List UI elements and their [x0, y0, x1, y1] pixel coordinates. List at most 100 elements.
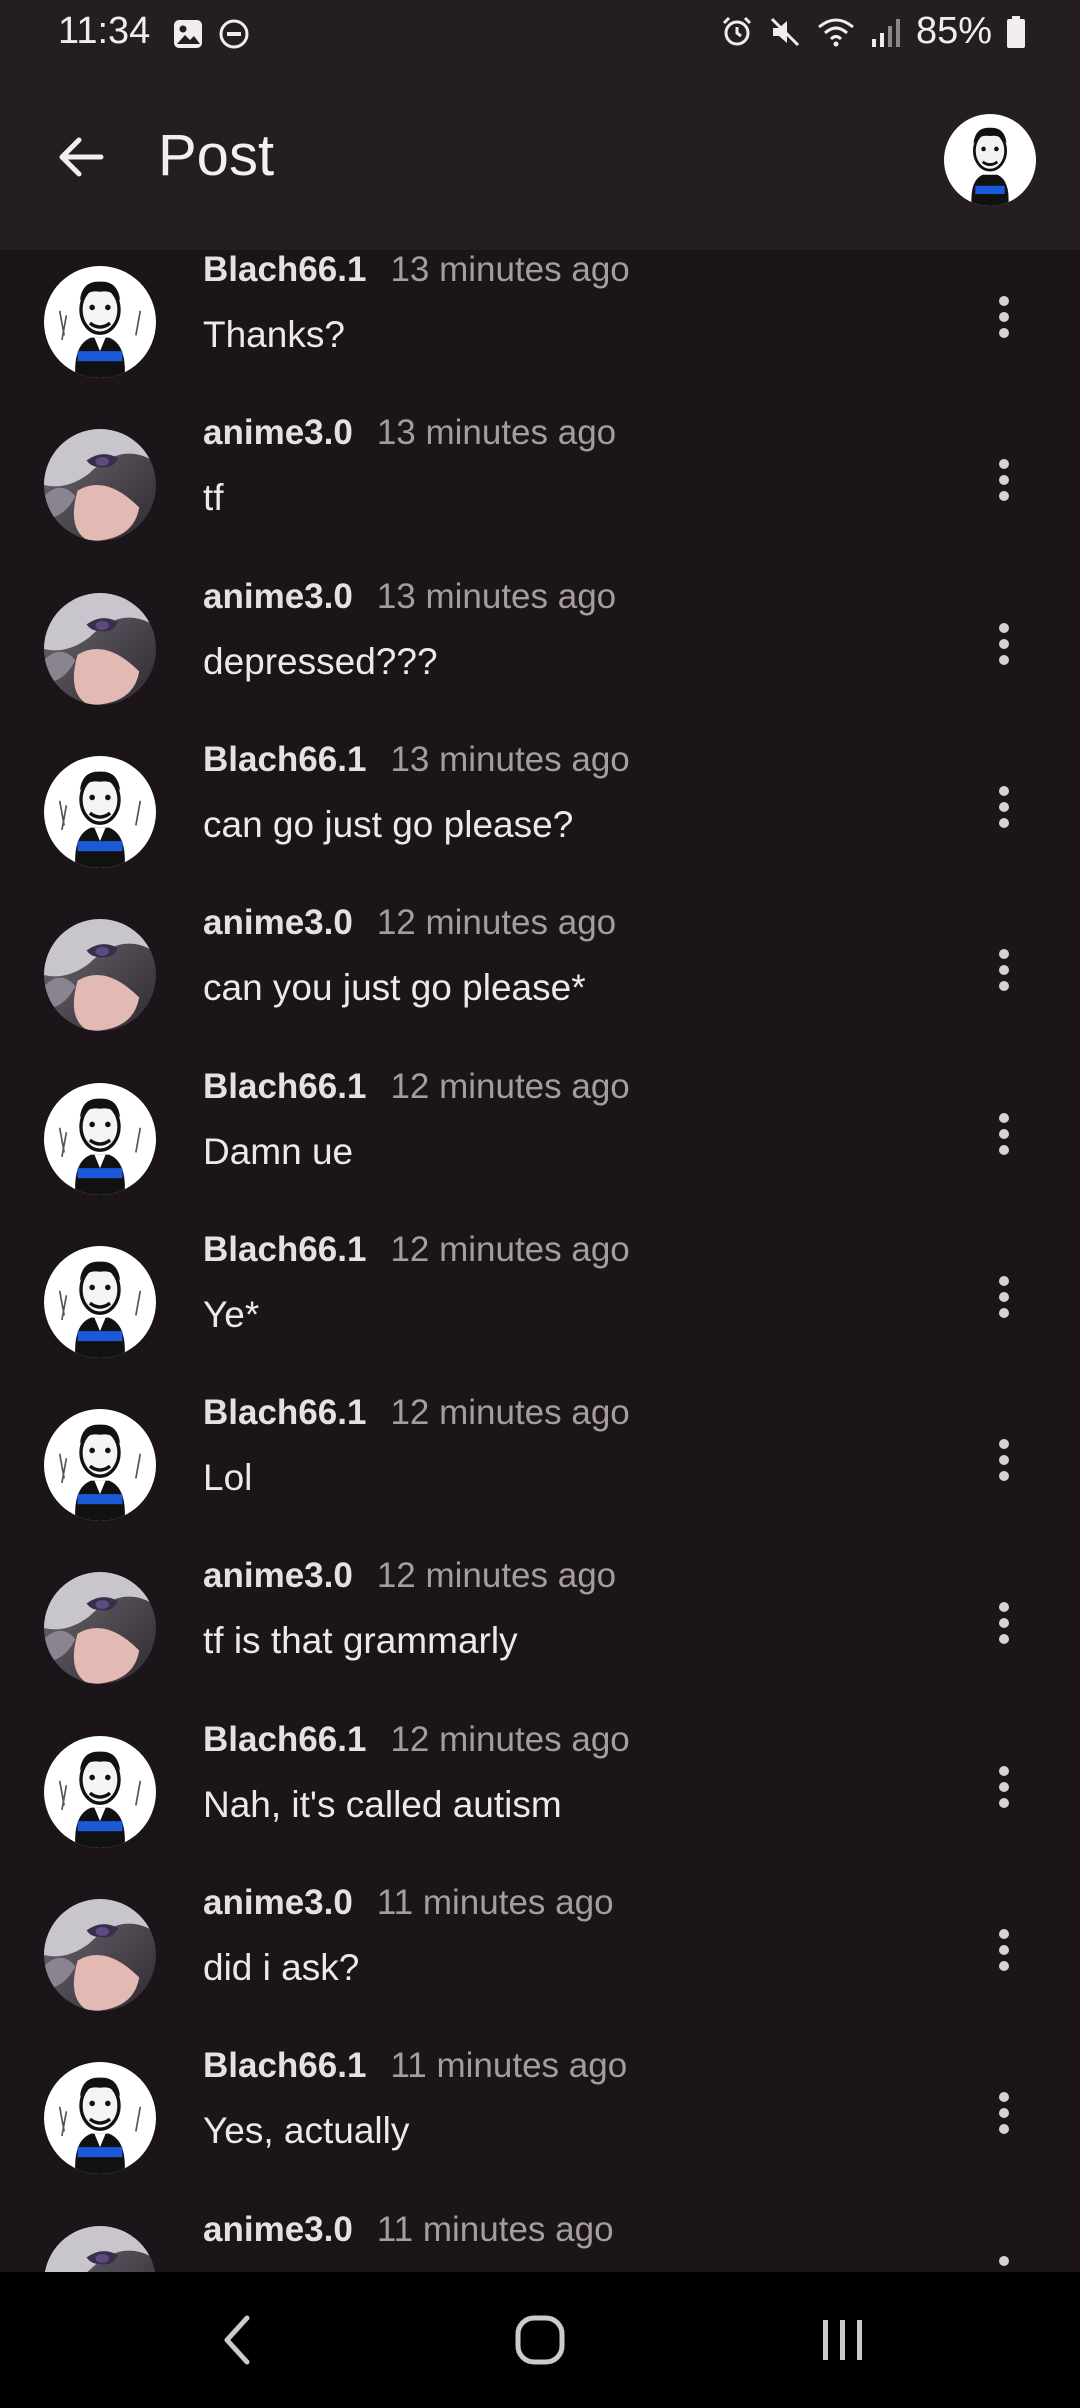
comment-meta: Blach66.1 13 minutes ago	[203, 740, 630, 780]
comment-avatar[interactable]	[44, 2225, 156, 2272]
comment-meta: anime3.0 13 minutes ago	[203, 413, 616, 453]
anime-girl-icon	[44, 592, 156, 705]
comment-timestamp: 13 minutes ago	[390, 250, 630, 289]
battery-icon	[1007, 15, 1025, 48]
comment-more-button[interactable]	[974, 282, 1034, 352]
comment-more-button[interactable]	[974, 1588, 1034, 1658]
comment-avatar[interactable]	[44, 919, 156, 1032]
comment-author[interactable]: Blach66.1	[203, 740, 366, 780]
comment-author[interactable]: anime3.0	[203, 577, 353, 617]
comment-author[interactable]: Blach66.1	[203, 1393, 366, 1433]
man-portrait-avatar	[944, 114, 1036, 206]
comment-text: Nah, it's called autism	[203, 1783, 562, 1825]
nav-home-button[interactable]	[495, 2300, 585, 2380]
home-icon	[515, 2315, 565, 2365]
comment-text: Yes, actually	[203, 2110, 410, 2152]
back-button[interactable]	[46, 122, 116, 192]
comment-more-button[interactable]	[974, 1752, 1034, 1822]
comment-author[interactable]: Blach66.1	[203, 1720, 366, 1760]
do-not-disturb-icon	[219, 19, 249, 49]
comment-meta: anime3.0 12 minutes ago	[203, 1556, 616, 1596]
comment-item[interactable]: anime3.0 12 minutes ago tf is that grammar…	[0, 1556, 1080, 1735]
comment-meta: anime3.0 13 minutes ago	[203, 577, 616, 617]
more-vertical-icon	[999, 949, 1009, 992]
man-portrait-icon	[44, 1245, 156, 1358]
comment-meta: Blach66.1 12 minutes ago	[203, 1230, 630, 1270]
comment-more-button[interactable]	[974, 1262, 1034, 1332]
comment-item[interactable]: Blach66.1 13 minutes ago Thanks?	[0, 250, 1080, 429]
more-vertical-icon	[999, 1112, 1009, 1155]
comment-item[interactable]: Blach66.1 12 minutes ago Nah, it's called …	[0, 1720, 1080, 1899]
comment-text: can go just go please?	[203, 803, 574, 845]
comment-more-button[interactable]	[974, 609, 1034, 679]
comment-meta: Blach66.1 11 minutes ago	[203, 2046, 627, 2086]
comment-avatar[interactable]	[44, 592, 156, 705]
comment-author[interactable]: anime3.0	[203, 1883, 353, 1923]
nav-back-button[interactable]	[192, 2300, 282, 2380]
comment-item[interactable]: Blach66.1 12 minutes ago Damn ue	[0, 1067, 1080, 1246]
comment-avatar[interactable]	[44, 429, 156, 542]
nav-recents-button[interactable]	[798, 2300, 888, 2380]
comment-avatar[interactable]	[44, 1899, 156, 2011]
comment-meta: Blach66.1 13 minutes ago	[203, 250, 630, 290]
comment-text: depressed???	[203, 640, 438, 682]
anime-girl-icon	[44, 1572, 156, 1685]
more-vertical-icon	[999, 1602, 1009, 1645]
comment-author[interactable]: anime3.0	[203, 903, 353, 943]
user-avatar[interactable]	[944, 114, 1036, 206]
comment-text: Thanks?	[203, 314, 345, 355]
comment-item[interactable]: Blach66.1 11 minutes ago Yes, actually	[0, 2046, 1080, 2225]
comment-meta: anime3.0 12 minutes ago	[203, 903, 616, 943]
comment-item[interactable]: anime3.0 13 minutes ago depressed???	[0, 577, 1080, 756]
comment-author[interactable]: anime3.0	[203, 2210, 353, 2250]
comment-author[interactable]: Blach66.1	[203, 1230, 366, 1270]
anime-girl-icon	[44, 429, 156, 542]
alarm-icon	[722, 16, 751, 45]
comment-author[interactable]: anime3.0	[203, 1556, 353, 1596]
more-vertical-icon	[999, 2092, 1009, 2135]
comment-avatar[interactable]	[44, 266, 156, 378]
comment-meta: anime3.0 11 minutes ago	[203, 1883, 614, 1923]
comment-more-button[interactable]	[974, 1099, 1034, 1169]
comment-avatar[interactable]	[44, 1735, 156, 1848]
comment-avatar[interactable]	[44, 1245, 156, 1358]
comment-item[interactable]: anime3.0 13 minutes ago tf	[0, 413, 1080, 592]
comment-avatar[interactable]	[44, 1409, 156, 1522]
comment-more-button[interactable]	[974, 2242, 1034, 2272]
signal-icon	[871, 18, 900, 47]
comment-list[interactable]: Blach66.1 13 minutes ago Thanks? anime3.0 13…	[0, 250, 1080, 2272]
comment-author[interactable]: Blach66.1	[203, 250, 366, 290]
comment-text: did i ask?	[203, 1947, 360, 1988]
comment-avatar[interactable]	[44, 1082, 156, 1195]
comment-meta: Blach66.1 12 minutes ago	[203, 1720, 630, 1760]
comment-item[interactable]: anime3.0 11 minutes ago	[0, 2210, 1080, 2272]
comment-more-button[interactable]	[974, 445, 1034, 515]
comment-more-button[interactable]	[974, 935, 1034, 1005]
comment-author[interactable]: Blach66.1	[203, 1067, 366, 1107]
comment-more-button[interactable]	[974, 2078, 1034, 2148]
comment-avatar[interactable]	[44, 755, 156, 868]
man-portrait-icon	[44, 1409, 156, 1522]
comment-item[interactable]: anime3.0 11 minutes ago did i ask?	[0, 1883, 1080, 2062]
comment-avatar[interactable]	[44, 1572, 156, 1685]
comment-item[interactable]: Blach66.1 12 minutes ago Lol	[0, 1393, 1080, 1572]
arrow-left-icon	[59, 137, 104, 177]
more-vertical-icon	[999, 459, 1009, 502]
status-time: 11:34	[58, 10, 151, 52]
comment-meta: Blach66.1 12 minutes ago	[203, 1067, 630, 1107]
recents-icon	[823, 2320, 862, 2360]
man-portrait-icon	[44, 2062, 156, 2175]
comment-avatar[interactable]	[44, 2062, 156, 2175]
comment-item[interactable]: anime3.0 12 minutes ago can you just go pl…	[0, 903, 1080, 1082]
more-vertical-icon	[999, 2255, 1009, 2272]
comment-item[interactable]: Blach66.1 12 minutes ago Ye*	[0, 1230, 1080, 1409]
comment-timestamp: 12 minutes ago	[390, 1229, 630, 1269]
comment-more-button[interactable]	[974, 1915, 1034, 1985]
comment-more-button[interactable]	[974, 1425, 1034, 1495]
comment-item[interactable]: Blach66.1 13 minutes ago can go just go pl…	[0, 740, 1080, 919]
comment-author[interactable]: Blach66.1	[203, 2046, 366, 2086]
anime-girl-icon	[44, 919, 156, 1032]
comment-more-button[interactable]	[974, 772, 1034, 842]
comment-author[interactable]: anime3.0	[203, 413, 353, 453]
comment-timestamp: 12 minutes ago	[390, 1719, 630, 1759]
